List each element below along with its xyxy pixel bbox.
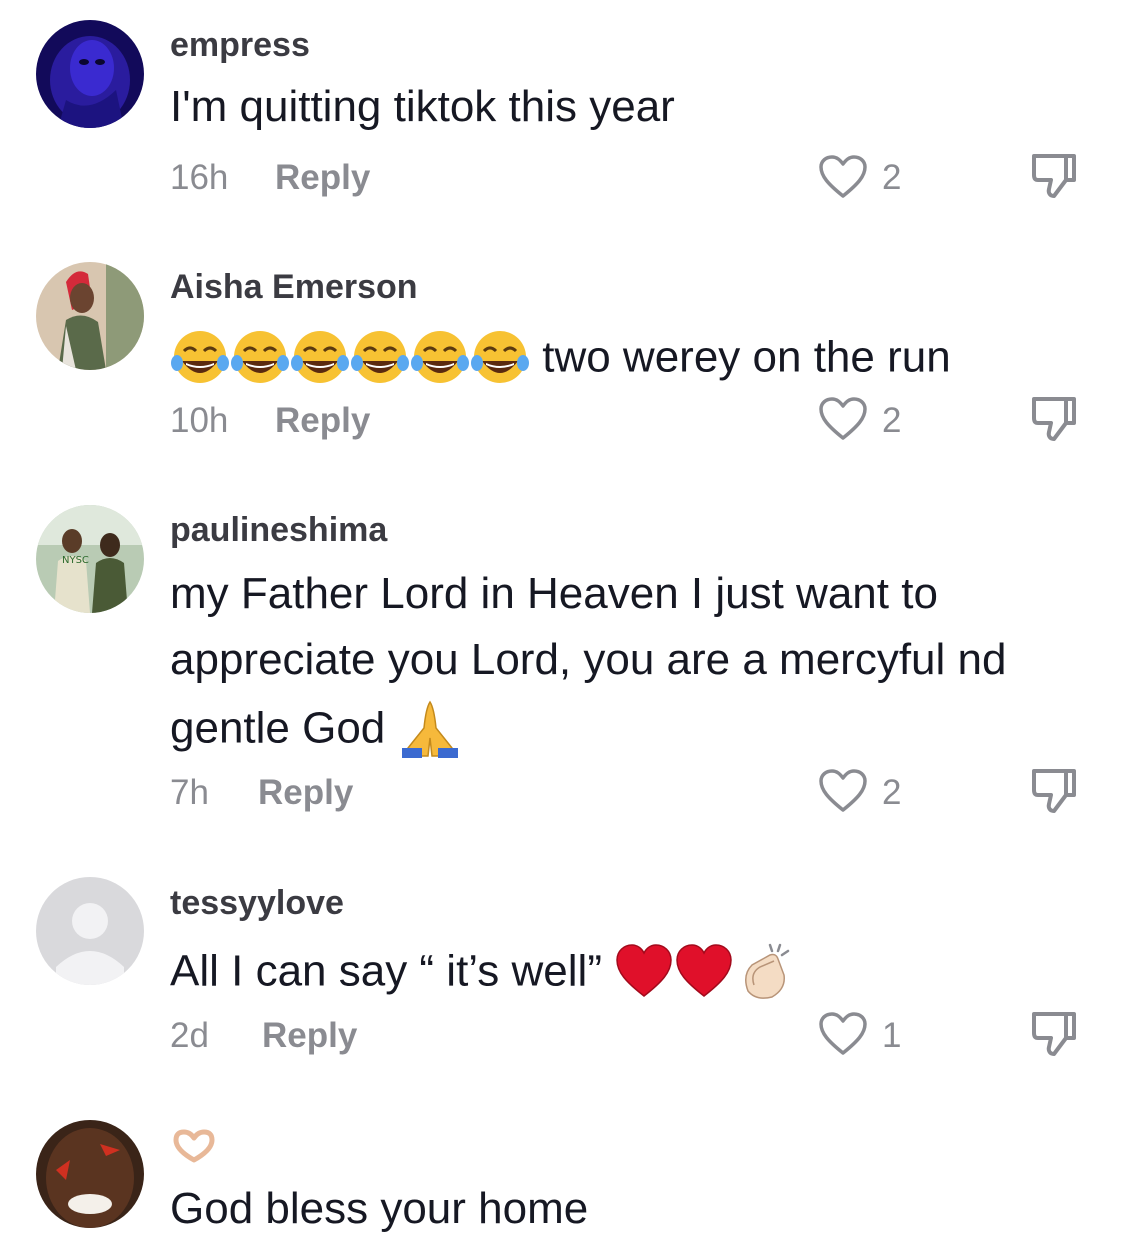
folded-hands-icon [401,701,458,759]
like-count: 2 [882,401,902,440]
comment-text-line-3: gentle God [170,693,1090,761]
avatar[interactable] [36,1120,144,1228]
thumbs-down-icon[interactable] [1028,393,1080,445]
reply-button[interactable]: Reply [275,401,370,441]
comment-time: 10h [170,401,229,440]
comment-text: All I can say “ it’s well” [170,936,1090,1004]
reply-button[interactable]: Reply [258,773,353,813]
avatar[interactable]: NYSC [36,505,144,613]
red-heart-icon [616,944,672,998]
face-with-tears-of-joy-icon [231,331,289,384]
comment-text-body: All I can say “ it’s well” [170,946,602,996]
heart-icon[interactable] [818,1011,868,1057]
like-count: 2 [882,158,902,197]
comment-time: 16h [170,158,229,197]
svg-text:NYSC: NYSC [62,555,89,566]
face-with-tears-of-joy-icon [171,331,229,384]
comment-text-line: my Father Lord in Heaven I just want to [170,569,938,618]
avatar[interactable] [36,20,144,128]
face-with-tears-of-joy-icon [291,331,349,384]
avatar[interactable] [36,877,144,985]
reply-button[interactable]: Reply [275,158,370,198]
thumbs-down-icon[interactable] [1028,1008,1080,1060]
username[interactable]: Aisha Emerson [170,268,418,307]
clapping-hands-icon [745,944,790,1000]
comment-text-line: appreciate you Lord, you are a mercyful … [170,635,1007,684]
comment-text: my Father Lord in Heaven I just want to … [170,561,1090,761]
face-with-tears-of-joy-icon [351,331,409,384]
red-heart-icon [676,944,732,998]
comment-time: 7h [170,773,209,812]
heart-hands-icon [173,1129,215,1163]
like-count: 1 [882,1016,902,1055]
comment-text-body: two werey on the run [542,332,951,382]
heart-icon[interactable] [818,396,868,442]
avatar[interactable] [36,262,144,370]
comment-text: God bless your home [170,1184,589,1233]
heart-icon[interactable] [818,154,868,200]
like-count: 2 [882,773,902,812]
face-with-tears-of-joy-icon [411,331,469,384]
username[interactable]: tessyylove [170,884,344,923]
comment-text-line: gentle God [170,703,386,753]
thumbs-down-icon[interactable] [1028,150,1080,202]
thumbs-down-icon[interactable] [1028,765,1080,817]
comment-text: I'm quitting tiktok this year [170,82,675,131]
reply-button[interactable]: Reply [262,1016,357,1056]
heart-icon[interactable] [818,768,868,814]
comment-time: 2d [170,1016,209,1055]
username[interactable]: paulineshima [170,511,387,550]
emoji-prefix [170,330,542,384]
username[interactable]: empress [170,26,310,65]
comment-text: two werey on the run [170,322,1090,390]
face-with-tears-of-joy-icon [471,331,529,384]
